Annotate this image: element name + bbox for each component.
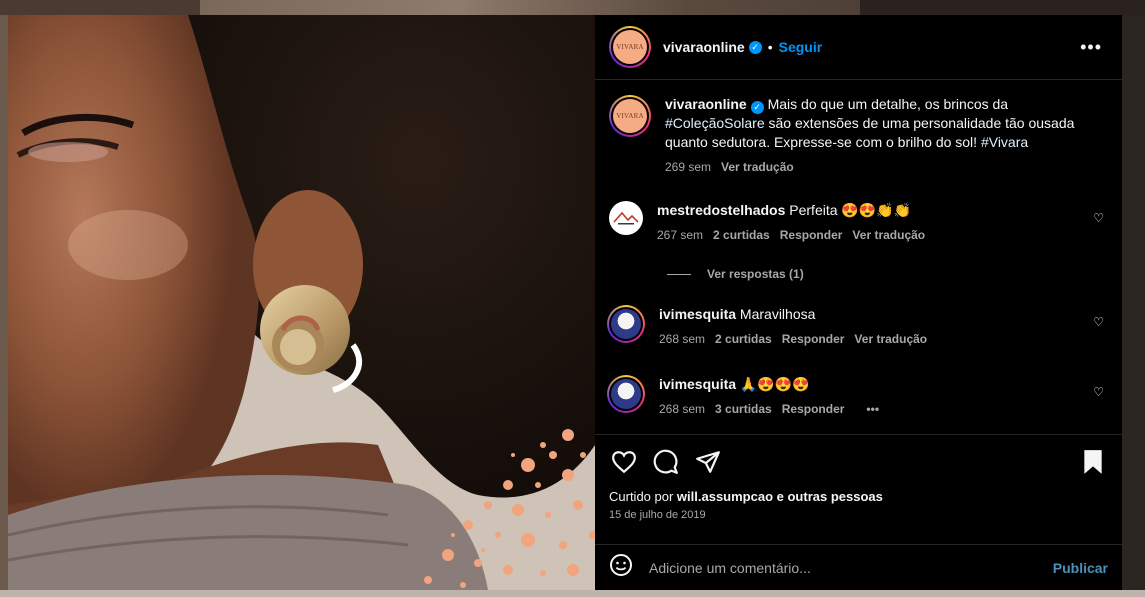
like-comment-heart-icon[interactable]: ♡: [1093, 211, 1104, 225]
comment-icon[interactable]: [651, 447, 681, 477]
comment-time[interactable]: 268 sem: [659, 400, 705, 419]
avatar-image: [611, 379, 641, 409]
comment-body: ivimesquita Maravilhosa 268 sem 2 curtid…: [659, 305, 1108, 349]
backdrop-tile: [0, 0, 200, 15]
comment-time[interactable]: 267 sem: [657, 226, 703, 245]
comment-author[interactable]: mestredostelhados: [657, 202, 785, 218]
likes-summary: Curtido por will.assumpcao e outras pess…: [609, 489, 1108, 504]
view-replies-label: Ver respostas (1): [707, 267, 804, 281]
avatar-image: [611, 309, 641, 339]
more-options-icon[interactable]: •••: [1080, 37, 1108, 58]
post-date[interactable]: 15 de julho de 2019: [609, 509, 1108, 521]
post-details-panel: VIVARA vivaraonline ✓ • Seguir ••• VIVAR…: [595, 15, 1122, 590]
brand-logo: VIVARA: [613, 30, 647, 64]
comments-list[interactable]: VIVARA vivaraonline ✓ Mais do que um deta…: [595, 81, 1122, 434]
caption-text-part: Mais do que um detalhe, os brincos da: [763, 96, 1009, 112]
backdrop-tile: [860, 0, 1145, 15]
follow-button[interactable]: Seguir: [779, 39, 823, 55]
hashtag-link[interactable]: #Vivara: [981, 134, 1028, 150]
comment-input[interactable]: [649, 559, 1053, 576]
action-icons-bar: [609, 435, 1108, 489]
reply-button[interactable]: Responder: [782, 330, 845, 349]
comment-row: ivimesquita 🙏😍😍😍 268 sem 3 curtidas Resp…: [607, 375, 1108, 419]
translate-button[interactable]: Ver tradução: [854, 330, 927, 349]
verified-icon: ✓: [748, 40, 762, 54]
replies-divider: [667, 273, 691, 275]
publish-button[interactable]: Publicar: [1053, 560, 1108, 576]
comment-body: ivimesquita 🙏😍😍😍 268 sem 3 curtidas Resp…: [659, 375, 1108, 419]
hashtag-link[interactable]: #ColeçãoSolare: [665, 115, 765, 131]
caption-time[interactable]: 269 sem: [665, 158, 711, 177]
comment-author[interactable]: ivimesquita: [659, 376, 736, 392]
comment-text: 🙏😍😍😍: [739, 376, 810, 392]
comment-time[interactable]: 268 sem: [659, 330, 705, 349]
comment-row: mestredostelhados Perfeita 😍😍👏👏 267 sem …: [609, 201, 1108, 245]
roof-logo-icon: [613, 211, 639, 225]
like-comment-heart-icon[interactable]: ♡: [1093, 315, 1104, 329]
heart-icon[interactable]: [609, 447, 639, 477]
post-image-illustration: [8, 15, 595, 590]
add-comment-bar: Publicar: [595, 544, 1122, 590]
commenter-avatar[interactable]: [607, 305, 645, 343]
reply-button[interactable]: Responder: [780, 226, 843, 245]
caption-text: vivaraonline ✓ Mais do que um detalhe, os…: [665, 95, 1108, 152]
view-replies-button[interactable]: Ver respostas (1): [667, 267, 804, 281]
commenter-avatar[interactable]: [607, 375, 645, 413]
caption-meta: 269 sem Ver tradução: [665, 158, 1108, 177]
commenter-avatar[interactable]: [609, 201, 643, 235]
like-comment-heart-icon[interactable]: ♡: [1093, 385, 1104, 399]
post-actions-section: Curtido por will.assumpcao e outras pess…: [595, 434, 1122, 521]
comment-meta: 267 sem 2 curtidas Responder Ver traduçã…: [657, 226, 1108, 245]
likes-conjunction: e: [773, 489, 788, 504]
comment-row: ivimesquita Maravilhosa 268 sem 2 curtid…: [607, 305, 1108, 349]
comment-body: mestredostelhados Perfeita 😍😍👏👏 267 sem …: [657, 201, 1108, 245]
author-avatar[interactable]: VIVARA: [609, 26, 651, 68]
comment-text: Perfeita 😍😍👏👏: [789, 202, 912, 218]
translate-button[interactable]: Ver tradução: [721, 158, 794, 177]
comment-meta: 268 sem 2 curtidas Responder Ver traduçã…: [659, 330, 1108, 349]
comment-author[interactable]: ivimesquita: [659, 306, 736, 322]
caption-author[interactable]: vivaraonline: [665, 96, 747, 112]
comment-meta: 268 sem 3 curtidas Responder •••: [659, 400, 1108, 419]
reply-button[interactable]: Responder: [782, 400, 845, 419]
other-likers-link[interactable]: outras pessoas: [787, 489, 882, 504]
post-header: VIVARA vivaraonline ✓ • Seguir •••: [595, 15, 1122, 80]
liker-username[interactable]: will.assumpcao: [677, 489, 773, 504]
comment-likes[interactable]: 2 curtidas: [715, 330, 772, 349]
post-modal-stage: VIVARA vivaraonline ✓ • Seguir ••• VIVAR…: [0, 0, 1145, 597]
author-username[interactable]: vivaraonline: [663, 39, 745, 55]
separator-dot: •: [767, 39, 773, 55]
brand-logo: VIVARA: [613, 99, 647, 133]
header-user-line: vivaraonline ✓ • Seguir: [663, 39, 822, 55]
caption-row: VIVARA vivaraonline ✓ Mais do que um deta…: [609, 95, 1108, 177]
likes-prefix: Curtido por: [609, 489, 677, 504]
share-icon[interactable]: [693, 447, 723, 477]
caption-body: vivaraonline ✓ Mais do que um detalhe, os…: [665, 95, 1108, 177]
comment-more-icon[interactable]: •••: [866, 400, 879, 419]
backdrop-tile: [0, 590, 1145, 597]
translate-button[interactable]: Ver tradução: [852, 226, 925, 245]
emoji-icon[interactable]: [609, 553, 633, 582]
post-image[interactable]: [8, 15, 595, 590]
comment-likes[interactable]: 2 curtidas: [713, 226, 770, 245]
caption-author-avatar[interactable]: VIVARA: [609, 95, 651, 137]
verified-icon: ✓: [750, 101, 764, 114]
comment-text: Maravilhosa: [739, 306, 816, 322]
comment-likes[interactable]: 3 curtidas: [715, 400, 772, 419]
bookmark-icon[interactable]: [1078, 447, 1108, 477]
